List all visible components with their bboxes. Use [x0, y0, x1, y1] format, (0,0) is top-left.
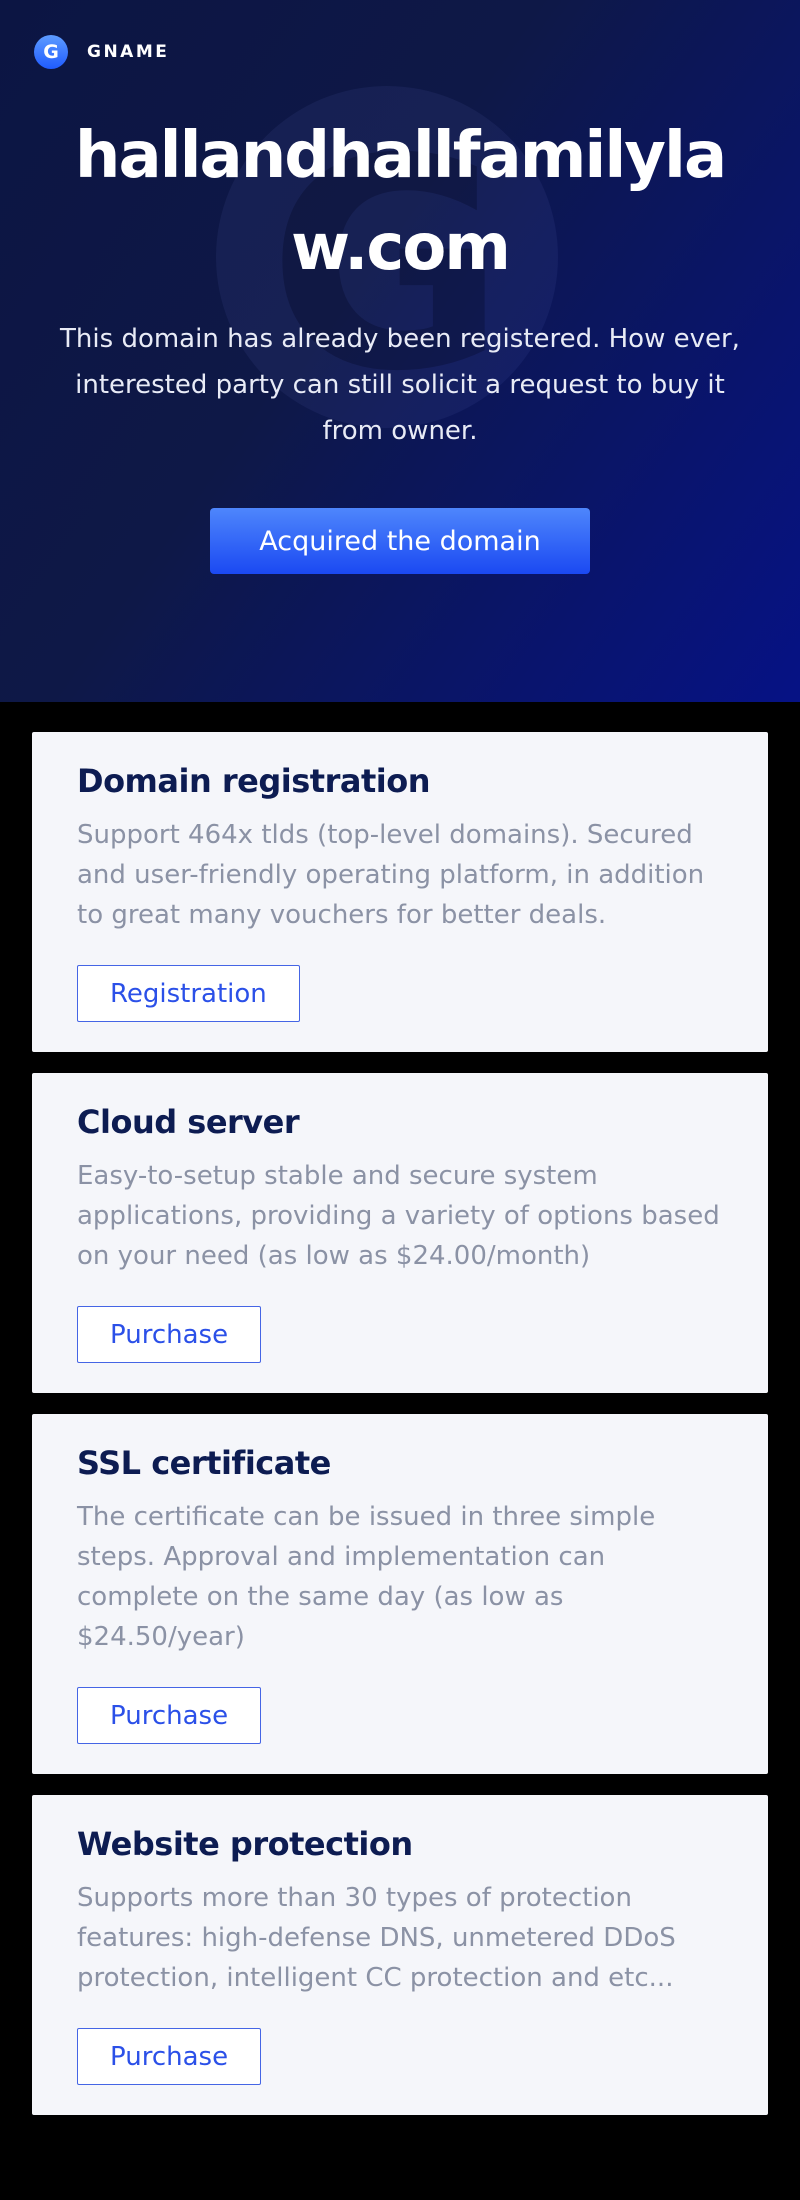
card-website-protection: Website protection Supports more than 30…: [32, 1795, 768, 2115]
card-cloud-server: Cloud server Easy-to-setup stable and se…: [32, 1073, 768, 1393]
card-title: Website protection: [77, 1823, 723, 1865]
card-description: Easy-to-setup stable and secure system a…: [77, 1156, 723, 1276]
card-ssl-certificate: SSL certificate The certificate can be i…: [32, 1414, 768, 1774]
purchase-ssl-certificate-button[interactable]: Purchase: [77, 1687, 261, 1744]
card-description: Support 464x tlds (top-level domains). S…: [77, 815, 723, 935]
purchase-cloud-server-button[interactable]: Purchase: [77, 1306, 261, 1363]
acquire-domain-button[interactable]: Acquired the domain: [210, 508, 590, 574]
card-title: Domain registration: [77, 760, 723, 802]
registration-button[interactable]: Registration: [77, 965, 300, 1022]
card-title: Cloud server: [77, 1101, 723, 1143]
card-domain-registration: Domain registration Support 464x tlds (t…: [32, 732, 768, 1052]
domain-title: hallandhallfamilylaw.com: [39, 110, 761, 294]
card-description: The certificate can be issued in three s…: [77, 1497, 723, 1657]
gname-logo-icon: G: [34, 35, 68, 69]
card-description: Supports more than 30 types of protectio…: [77, 1878, 723, 1998]
hero-description: This domain has already been registered.…: [47, 316, 753, 454]
logo-g-glyph: G: [43, 43, 59, 62]
services-section: Domain registration Support 464x tlds (t…: [0, 702, 800, 2200]
hero-section: G G GNAME hallandhallfamilylaw.com This …: [0, 0, 800, 702]
card-title: SSL certificate: [77, 1442, 723, 1484]
purchase-website-protection-button[interactable]: Purchase: [77, 2028, 261, 2085]
brand-logo: G GNAME: [34, 35, 766, 69]
brand-name: GNAME: [87, 42, 169, 62]
